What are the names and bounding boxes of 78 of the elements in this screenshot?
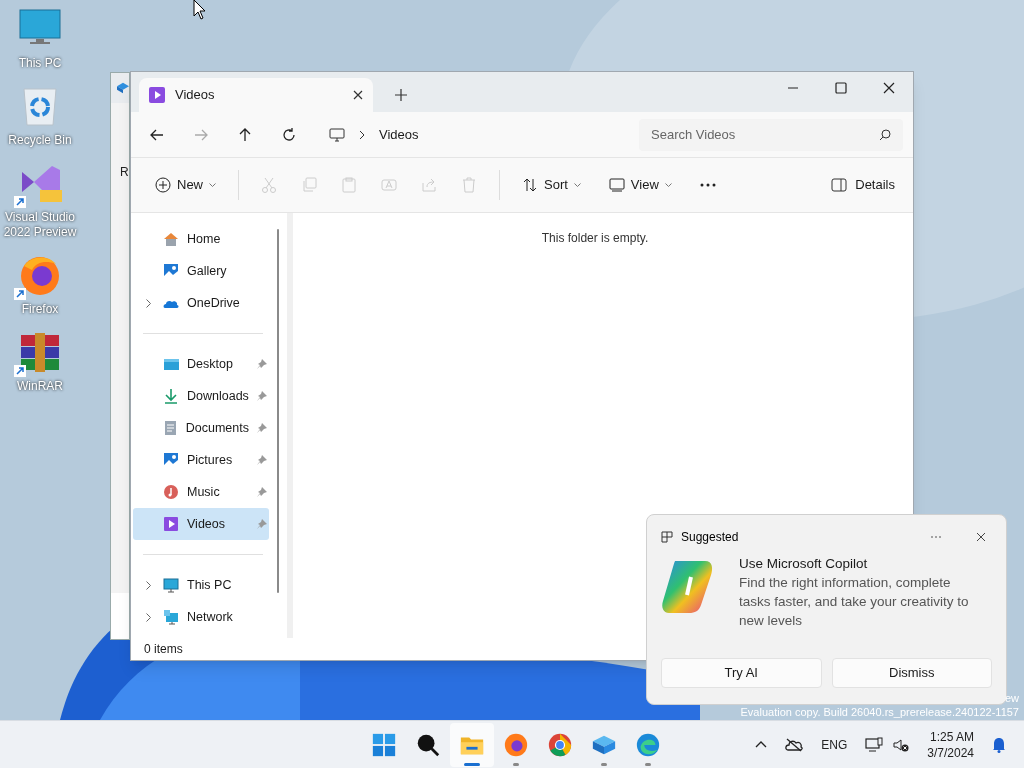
toolbar-button[interactable]: Sort: [510, 168, 593, 202]
window-text: R: [119, 164, 129, 181]
pin-icon: [257, 455, 267, 465]
sidebar-item[interactable]: Music: [133, 476, 269, 508]
network-monitor-icon: [163, 609, 179, 625]
picture-icon: [163, 263, 179, 279]
sidebar-item[interactable]: Home: [133, 223, 269, 255]
window-tab[interactable]: Videos: [139, 78, 373, 112]
sidebar-item[interactable]: Desktop: [133, 348, 269, 380]
fox-globe-icon: [18, 254, 62, 298]
pin-icon: [257, 487, 267, 497]
notification-button[interactable]: Dismiss: [831, 658, 992, 688]
house-icon: [163, 231, 179, 247]
network-monitor-icon[interactable]: [865, 736, 884, 753]
sidebar-item[interactable]: Gallery: [133, 255, 269, 287]
up-arrow-icon[interactable]: [237, 126, 253, 143]
notification-title: Use Microsoft Copilot: [739, 555, 869, 573]
box-icon: [117, 82, 129, 94]
monitor-icon: [163, 577, 179, 593]
chrome-circle-icon: [547, 731, 573, 758]
notification-body: Find the right information, complete tasks faster, and take your creativity to new levels: [739, 574, 970, 630]
clock[interactable]: 1:25 AM 3/7/2024: [927, 728, 974, 761]
books-stack-icon: [18, 331, 62, 375]
close-icon[interactable]: [976, 532, 986, 542]
music-note-icon: [163, 484, 179, 500]
scrollbar-thumb[interactable]: [277, 229, 279, 593]
watermark-text: Evaluation copy. Build 26040.rs_prerelease.240122-1157: [740, 705, 1019, 719]
toolbar-button[interactable]: View: [596, 168, 684, 202]
pin-icon: [257, 423, 267, 433]
refresh-icon[interactable]: [281, 126, 297, 143]
empty-folder-message: This folder is empty.: [541, 230, 649, 245]
watermark-text: ew: [1004, 691, 1019, 705]
pin-icon: [257, 359, 267, 369]
breadcrumb-item[interactable]: Videos: [379, 124, 419, 145]
monitor-icon[interactable]: [329, 126, 345, 143]
chevron-right-icon: [145, 298, 151, 308]
caret-down-icon: [209, 183, 216, 187]
pin-icon: [257, 391, 267, 401]
wave-circle-icon: [635, 731, 661, 758]
speaker-muted-icon[interactable]: [893, 737, 910, 752]
maximize-icon[interactable]: [835, 82, 847, 94]
notification-button[interactable]: Try AI: [661, 658, 822, 688]
sidebar-item[interactable]: Documents: [133, 412, 269, 444]
tab-title: Videos: [175, 86, 216, 105]
sidebar-item[interactable]: Network: [133, 601, 269, 633]
new-tab-icon[interactable]: [395, 89, 407, 101]
download-arrow-icon: [163, 388, 179, 404]
caret-down-icon: [573, 183, 581, 187]
panel-icon: [831, 178, 848, 192]
notification-header: Suggested: [681, 529, 740, 546]
sidebar-item[interactable]: Pictures: [133, 444, 269, 476]
toolbar-button[interactable]: New: [143, 168, 228, 202]
mouse-pointer-icon: [193, 0, 205, 20]
language-indicator[interactable]: ENG: [821, 735, 848, 754]
windows-logo-icon: [371, 731, 397, 758]
chevron-up-icon[interactable]: [755, 741, 768, 748]
close-icon[interactable]: [353, 90, 363, 100]
close-icon[interactable]: [883, 82, 895, 94]
sidebar-item[interactable]: This PC: [133, 569, 269, 601]
sidebar-item[interactable]: OneDrive: [133, 287, 269, 319]
chevron-right-icon: [145, 580, 151, 590]
item-count: 0 items: [144, 641, 183, 658]
bell-icon[interactable]: [992, 736, 1006, 753]
chevron-right-icon: [359, 129, 365, 140]
widgets-icon: [661, 531, 673, 543]
chevron-right-icon: [145, 612, 151, 622]
search-field[interactable]: Search Videos: [639, 118, 903, 151]
caret-down-icon: [664, 183, 672, 187]
details-button[interactable]: Details: [827, 168, 899, 202]
desktop-folder-icon: [163, 356, 179, 372]
cloud-offline-icon[interactable]: [785, 737, 804, 752]
pin-icon: [257, 519, 267, 529]
fox-globe-icon: [503, 731, 529, 758]
film-icon: [163, 516, 179, 532]
picture-icon: [163, 452, 179, 468]
sidebar-item[interactable]: Downloads: [133, 380, 269, 412]
film-icon: [149, 87, 165, 103]
sidebar-item[interactable]: Videos: [133, 508, 269, 540]
